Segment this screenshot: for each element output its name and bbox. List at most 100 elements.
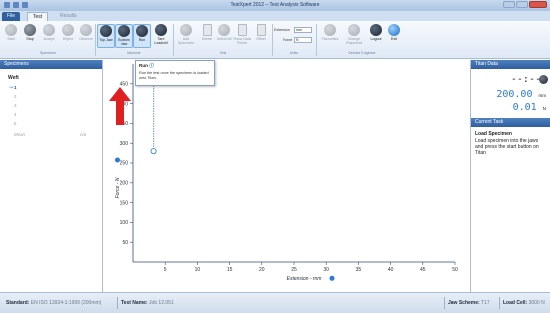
status-bar: Standard: EN ISO 13934-1:1999 (200mm) Te… xyxy=(0,292,550,313)
logout-button[interactable]: Logout xyxy=(367,24,385,48)
x-tick-label: 50 xyxy=(452,267,458,273)
favourites-button[interactable]: Favourites xyxy=(319,24,341,48)
password-icon xyxy=(348,24,360,36)
specimen-row-5[interactable]: 5 xyxy=(14,121,16,126)
force-unit-select[interactable]: N xyxy=(294,37,312,43)
tab-results[interactable]: Results xyxy=(55,12,82,21)
specimen-row-1[interactable]: 1 xyxy=(14,85,16,90)
start-button[interactable]: Start xyxy=(2,24,20,48)
delete-label: Delete xyxy=(201,37,213,41)
group-units: Units xyxy=(289,51,299,55)
change-password-button[interactable]: Change Password xyxy=(343,24,365,48)
y-tick-label: 50 xyxy=(122,240,128,246)
x-tick-label: 15 xyxy=(227,267,233,273)
x-tick-label: 40 xyxy=(388,267,394,273)
x-tick-label: 20 xyxy=(259,267,265,273)
tab-test[interactable]: Test xyxy=(27,12,49,21)
exit-icon xyxy=(388,24,400,36)
extension-value: 200.00 xyxy=(496,89,533,100)
bottom-jaw-icon xyxy=(118,25,130,37)
mean-label: Mean xyxy=(14,132,25,137)
maximize-button[interactable] xyxy=(516,1,528,8)
add-specimen-button[interactable]: Add Specimen xyxy=(176,24,196,48)
extension-unit-select[interactable]: mm xyxy=(294,27,312,33)
specimen-group-weft: Weft xyxy=(8,75,19,81)
select-all-icon xyxy=(218,24,230,36)
specimens-panel: Specimens Weft ⇒ 1 2 3 4 5 Mean n/a xyxy=(0,60,103,292)
jaw-scheme-label: Jaw Scheme: xyxy=(448,300,480,306)
tare-loadcell-button[interactable]: Tare Loadcell xyxy=(151,24,171,48)
x-tick-label: 30 xyxy=(323,267,329,273)
top-jaw-button[interactable]: Top Jaw xyxy=(97,24,115,48)
tooltip-title: Run xyxy=(139,63,148,68)
x-axis-label: Extension - mm xyxy=(287,276,322,282)
force-gauge-min-marker xyxy=(150,148,157,155)
status-test-name: Test Name: Job 12.051 xyxy=(121,300,174,306)
tooltip-title-row: Run ⓘ xyxy=(139,63,211,69)
status-standard: Standard: EN ISO 13934-1:1999 (200mm) xyxy=(6,300,101,306)
bottom-jaw-button[interactable]: Bottom Jaw xyxy=(115,24,133,48)
y-tick-label: 300 xyxy=(120,141,129,147)
exit-label: Exit xyxy=(391,37,397,41)
minimize-button[interactable] xyxy=(503,1,515,8)
reject-button[interactable]: Reject xyxy=(59,24,77,48)
top-jaw-label: Top Jaw xyxy=(99,38,113,42)
close-button[interactable] xyxy=(529,1,547,8)
stop-button[interactable]: Stop xyxy=(21,24,39,48)
red-arrow-icon xyxy=(109,87,131,125)
current-task-header: Current Task xyxy=(471,118,550,127)
x-unit-toggle-icon[interactable] xyxy=(329,275,335,281)
status-jaw-scheme: Jaw Scheme: T17 xyxy=(448,300,490,306)
y-tick-label: 100 xyxy=(120,220,129,226)
x-tick-label: 10 xyxy=(195,267,201,273)
window-title: TestXpert 2012 – Test Analysis Software xyxy=(230,2,320,8)
add-specimen-label: Add Specimen xyxy=(178,37,194,46)
accept-button[interactable]: Accept xyxy=(40,24,58,48)
observe-icon xyxy=(80,24,92,36)
current-task-section: Current Task xyxy=(471,118,550,127)
specimen-row-3[interactable]: 3 xyxy=(14,103,16,108)
ribbon-separator xyxy=(272,24,273,56)
run-icon xyxy=(136,25,148,37)
observe-button[interactable]: Observe xyxy=(77,24,95,48)
force-readout: 0.01 N xyxy=(513,102,546,113)
accept-label: Accept xyxy=(43,37,55,41)
force-value: 0.01 xyxy=(512,102,537,113)
tare-icon xyxy=(155,24,167,36)
help-icon: ⓘ xyxy=(149,63,154,68)
y-unit-toggle-icon[interactable] xyxy=(115,157,120,163)
reject-icon xyxy=(62,24,74,36)
tab-file[interactable]: File xyxy=(2,12,21,21)
accept-icon xyxy=(43,24,55,36)
delete-button[interactable]: Delete xyxy=(198,24,216,48)
observe-label: Observe xyxy=(79,37,93,41)
status-separator xyxy=(444,297,445,309)
y-axis-label: Force - N xyxy=(115,177,121,198)
run-button[interactable]: Run xyxy=(133,24,151,48)
test-name-value: Job 12.051 xyxy=(148,300,174,306)
exit-button[interactable]: Exit xyxy=(385,24,403,48)
ribbon-tabs: File Test Results xyxy=(0,11,550,21)
mean-value: n/a xyxy=(80,132,87,137)
add-specimen-icon xyxy=(180,24,192,36)
standard-value: EN ISO 13934-1:1999 (200mm) xyxy=(30,300,102,306)
group-specimen: Specimen xyxy=(40,51,56,55)
extension-unit-label: Extension xyxy=(274,28,290,32)
specimen-row-4[interactable]: 4 xyxy=(14,112,16,117)
clock-icon xyxy=(539,75,548,84)
current-specimen-arrow-icon: ⇒ xyxy=(9,85,14,91)
offset-button[interactable]: Offset xyxy=(252,24,270,48)
specimen-row-2[interactable]: 2 xyxy=(14,94,16,99)
show-data-points-button[interactable]: Show Data Points xyxy=(233,24,251,48)
force-unit: N xyxy=(542,106,546,111)
extension-unit: mm xyxy=(538,93,547,98)
start-label: Start xyxy=(7,37,15,41)
window-controls xyxy=(503,1,547,8)
select-all-button[interactable]: Select All xyxy=(215,24,233,48)
x-tick-label: 35 xyxy=(356,267,362,273)
test-time: --:-- xyxy=(510,74,541,85)
chart-svg: 5101520253035404550501001502002503003504… xyxy=(115,64,458,282)
task-description: Load specimen into the jaws and press th… xyxy=(475,138,539,157)
bottom-jaw-label: Bottom Jaw xyxy=(118,38,130,47)
tooltip-text: Run the test once the specimen is loaded… xyxy=(139,71,209,80)
